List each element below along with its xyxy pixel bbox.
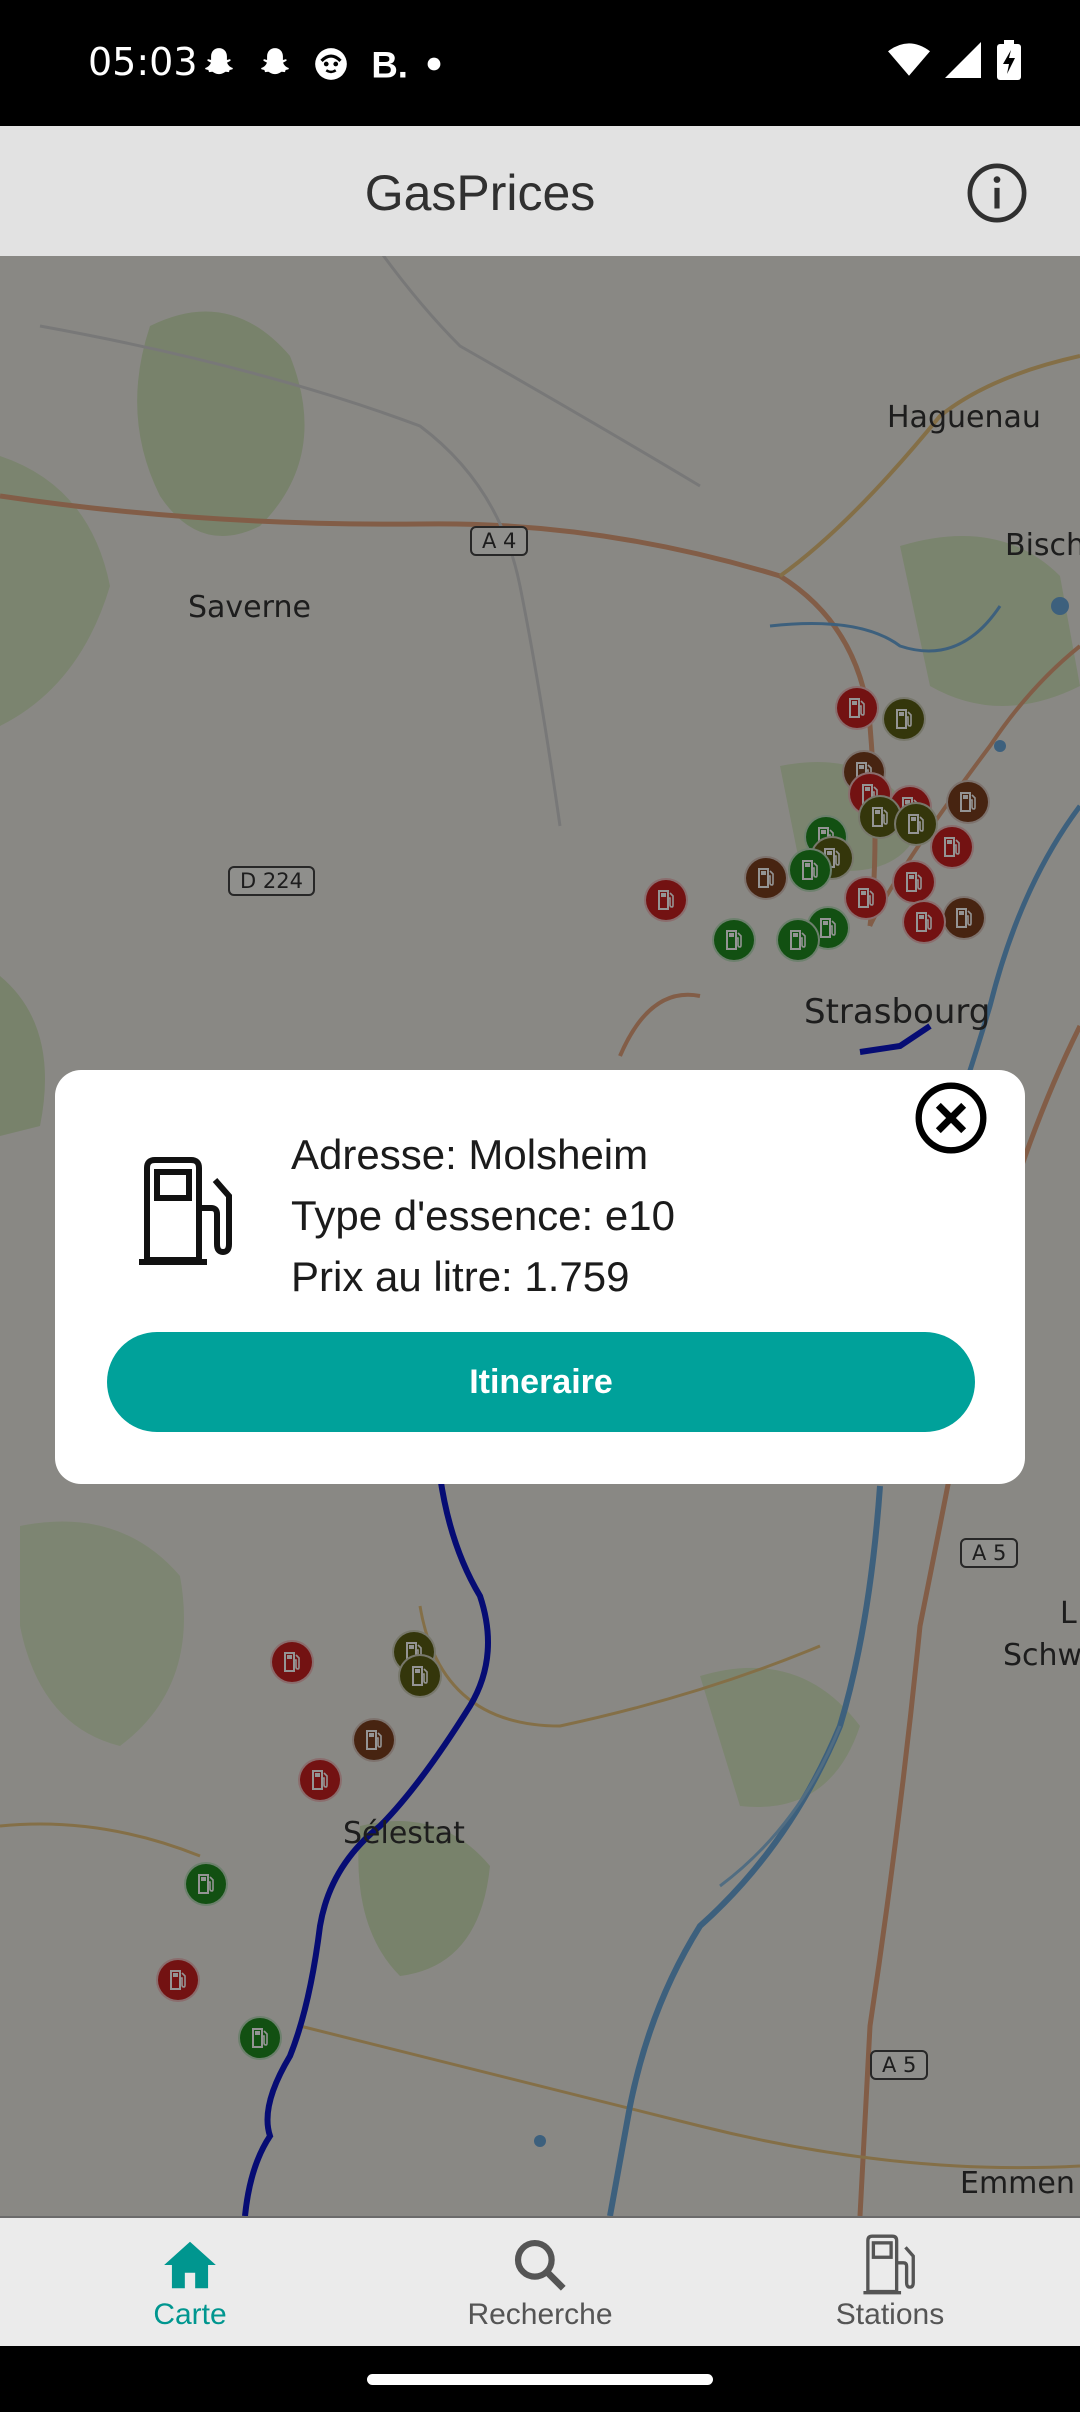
signal-icon (945, 42, 981, 78)
nav-label-stations: Stations (835, 2298, 945, 2331)
app-bar: GasPrices (0, 126, 1080, 256)
emoji-app-icon (315, 48, 347, 80)
bottom-navigation: Carte Recherche Stations (0, 2216, 1080, 2348)
gas-pump-icon (863, 2234, 915, 2295)
gas-pump-icon (139, 1157, 232, 1265)
status-time: 05:03 (88, 40, 198, 84)
notification-icons: B. (200, 44, 442, 84)
station-price: Prix au litre: 1.759 (291, 1253, 630, 1300)
snapchat-icon (205, 48, 233, 75)
battery-charging-icon (997, 40, 1021, 80)
nav-item-stations[interactable]: Stations (710, 2218, 1070, 2348)
snapchat-icon (261, 48, 289, 75)
itinerary-button[interactable]: Itineraire (107, 1332, 975, 1432)
b-app-icon: B. (371, 44, 408, 84)
nav-item-recherche[interactable]: Recherche (360, 2218, 720, 2348)
home-icon (164, 2241, 216, 2289)
svg-text:B.: B. (371, 44, 408, 84)
station-fuel-type: Type d'essence: e10 (291, 1192, 675, 1239)
station-dialog: Adresse: Molsheim Type d'essence: e10 Pr… (55, 1070, 1025, 1484)
nav-item-carte[interactable]: Carte (10, 2218, 370, 2348)
home-handle[interactable] (367, 2374, 713, 2385)
nav-label-carte: Carte (153, 2298, 227, 2331)
info-icon[interactable] (966, 162, 1028, 224)
dot-icon (427, 57, 441, 71)
nav-label-recherche: Recherche (467, 2298, 613, 2331)
gesture-bar (0, 2346, 1080, 2412)
search-icon (514, 2239, 566, 2291)
status-bar: 05:03 B. (0, 0, 1080, 126)
app-title: GasPrices (364, 165, 596, 221)
station-address: Adresse: Molsheim (291, 1131, 649, 1178)
wifi-icon (888, 43, 930, 76)
system-icons (888, 40, 1022, 80)
close-circle-icon[interactable] (913, 1080, 989, 1156)
